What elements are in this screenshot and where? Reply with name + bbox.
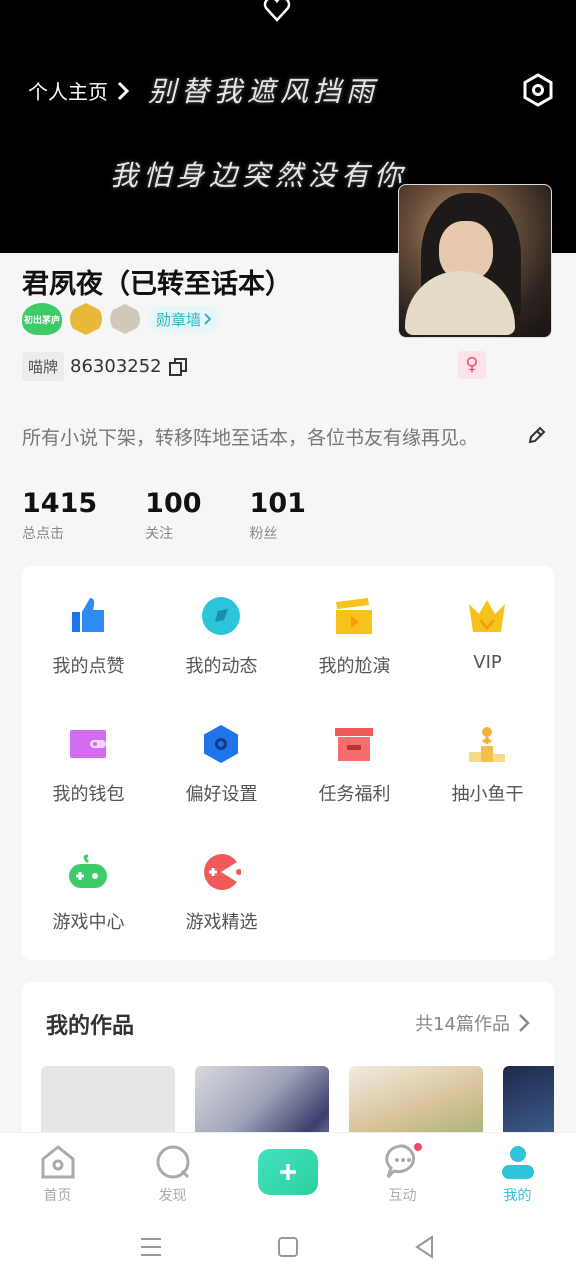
avatar[interactable] — [398, 184, 552, 338]
stat-label: 粉丝 — [249, 526, 278, 542]
profile-name: 君夙夜（已转至话本） — [22, 269, 292, 300]
profile-home-label: 个人主页 — [28, 80, 108, 104]
bottom-tab-bar: 首页 发现 互动 我的 — [0, 1132, 576, 1216]
menu-item-moments[interactable]: 我的动态 — [155, 566, 288, 686]
tab-discover[interactable]: 发现 — [115, 1133, 230, 1217]
banner-lyric-line1: 别替我遮风挡雨 — [148, 75, 380, 108]
menu-item-label: 偏好设置 — [185, 784, 258, 805]
clapperboard-icon — [336, 598, 372, 634]
stat-value: 1415 — [22, 488, 98, 519]
menu-item-label: 我的钱包 — [52, 784, 125, 805]
works-title: 我的作品 — [46, 1014, 135, 1039]
chevron-right-icon — [519, 1014, 530, 1032]
home-square-icon[interactable] — [275, 1234, 301, 1260]
settings-icon[interactable] — [520, 72, 556, 108]
gender-female-icon: ♀ — [458, 351, 486, 379]
stat-value: 101 — [249, 488, 306, 519]
tab-interact[interactable]: 互动 — [345, 1133, 460, 1217]
menu-item-label: 任务福利 — [318, 784, 391, 805]
discover-icon — [156, 1145, 190, 1179]
stat-followers[interactable]: 101 粉丝 — [250, 488, 306, 543]
menu-item-label: 我的动态 — [185, 656, 258, 677]
plus-icon — [280, 1164, 296, 1180]
menu-item-game-picks[interactable]: 游戏精选 — [155, 822, 288, 942]
works-count-link[interactable]: 共14篇作品 — [415, 1010, 530, 1036]
edit-icon[interactable] — [526, 424, 548, 446]
profile-bio: 所有小说下架，转移阵地至话本，各位书友有缘再见。 — [22, 427, 479, 449]
chat-icon — [385, 1143, 422, 1179]
menu-item-label: VIP — [473, 652, 502, 673]
back-triangle-icon[interactable] — [412, 1234, 438, 1260]
tab-me[interactable]: 我的 — [460, 1133, 575, 1217]
works-count-label: 共14篇作品 — [415, 1014, 510, 1035]
home-icon — [41, 1145, 75, 1179]
crown-icon — [469, 600, 505, 632]
menu-item-label: 游戏中心 — [52, 912, 125, 933]
tab-home[interactable]: 首页 — [0, 1133, 115, 1217]
tab-label: 发现 — [158, 1188, 187, 1204]
stats-row: 1415 总点击 100 关注 101 粉丝 — [22, 488, 354, 543]
menu-item-label: 游戏精选 — [185, 912, 258, 933]
menu-item-label: 我的点赞 — [52, 656, 125, 677]
tab-label: 首页 — [43, 1188, 72, 1204]
create-button[interactable] — [258, 1149, 318, 1195]
beginner-badge-icon[interactable]: 初出茅庐 — [22, 303, 62, 335]
beginner-badge-label: 初出茅庐 — [23, 315, 60, 326]
tab-label: 互动 — [388, 1188, 417, 1204]
wallet-icon — [70, 730, 106, 758]
menu-item-preferences[interactable]: 偏好设置 — [155, 694, 288, 814]
gold-badge-icon[interactable] — [70, 303, 102, 335]
hexagon-settings-icon — [204, 725, 238, 763]
stat-label: 总点击 — [22, 526, 64, 542]
menu-item-label: 抽小鱼干 — [451, 784, 524, 805]
banner-lyric-line2: 我怕身边突然没有你 — [110, 159, 408, 192]
profile-icon — [502, 1146, 534, 1179]
gamepad-icon — [69, 854, 107, 888]
id-tag: 喵牌 — [22, 352, 65, 381]
medal-wall-button[interactable]: 勋章墙 — [148, 305, 221, 333]
compass-icon — [202, 597, 240, 635]
menu-item-tasks[interactable]: 任务福利 — [288, 694, 421, 814]
menu-item-performances[interactable]: 我的尬演 — [288, 566, 421, 686]
user-id-number: 86303252 — [70, 356, 162, 377]
system-nav-bar — [0, 1216, 576, 1280]
stat-following[interactable]: 100 关注 — [145, 488, 201, 543]
heart-icon[interactable] — [262, 0, 292, 24]
grey-badge-icon[interactable] — [110, 304, 140, 334]
menu-item-vip[interactable]: VIP — [421, 566, 554, 686]
menu-item-game-center[interactable]: 游戏中心 — [22, 822, 155, 942]
menu-grid: 我的点赞 我的动态 我的尬演 VIP 我的钱包 偏好设置 任务福利 抽小鱼干 游… — [22, 566, 554, 960]
stat-clicks[interactable]: 1415 总点击 — [22, 488, 97, 543]
menu-item-likes[interactable]: 我的点赞 — [22, 566, 155, 686]
copy-icon[interactable] — [168, 357, 188, 377]
user-id-row: 喵牌 86303252 — [22, 352, 188, 381]
thumbs-up-icon — [72, 598, 104, 632]
pacman-icon — [204, 854, 241, 890]
menu-icon[interactable] — [138, 1234, 164, 1260]
stat-value: 100 — [145, 488, 202, 519]
chevron-right-icon — [117, 81, 130, 100]
stat-label: 关注 — [145, 526, 174, 542]
menu-item-wallet[interactable]: 我的钱包 — [22, 694, 155, 814]
medal-wall-label: 勋章墙 — [156, 310, 202, 329]
podium-icon — [469, 727, 505, 762]
menu-item-label: 我的尬演 — [318, 656, 391, 677]
chevron-right-icon — [204, 313, 212, 325]
profile-home-link[interactable]: 个人主页 — [28, 76, 130, 105]
gift-box-icon — [335, 728, 373, 761]
tab-label: 我的 — [503, 1188, 532, 1204]
badge-row: 初出茅庐 勋章墙 — [22, 303, 221, 335]
menu-item-fish-draw[interactable]: 抽小鱼干 — [421, 694, 554, 814]
